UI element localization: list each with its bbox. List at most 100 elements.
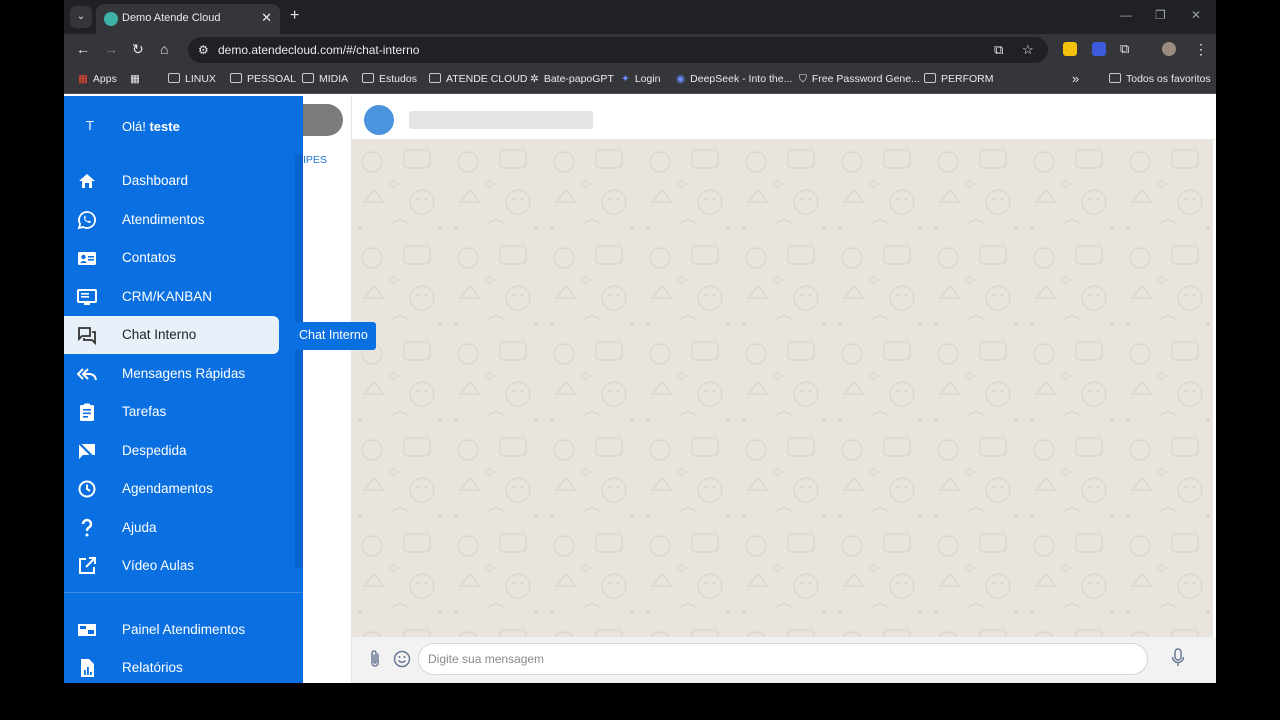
- bookmark-folder-perform[interactable]: PERFORM: [924, 73, 994, 85]
- browser-menu-icon[interactable]: ⋮: [1194, 41, 1208, 58]
- sidebar-item-painel-atendimentos[interactable]: Painel Atendimentos: [64, 611, 303, 649]
- chat-wallpaper-pattern: [352, 140, 1213, 637]
- bookmark-label: PERFORM: [941, 73, 994, 85]
- sidebar-item-tarefas[interactable]: Tarefas: [64, 393, 303, 431]
- bookmark-label: Todos os favoritos: [1126, 73, 1211, 85]
- attach-icon[interactable]: [368, 649, 382, 669]
- sidebar-item-atendimentos[interactable]: Atendimentos: [64, 201, 303, 239]
- more-bookmarks-icon[interactable]: »: [1072, 71, 1079, 86]
- sidebar-item-dashboard[interactable]: Dashboard: [64, 162, 303, 200]
- sidebar-divider: [64, 592, 303, 593]
- comment-off-icon: [78, 442, 96, 460]
- install-app-icon[interactable]: ⧉: [994, 42, 1003, 58]
- sidebar-item-relatorios[interactable]: Relatórios: [64, 649, 303, 683]
- tab-close-icon[interactable]: ✕: [261, 10, 272, 26]
- sidebar-item-label: Contatos: [122, 250, 177, 265]
- reply-all-icon: [77, 368, 97, 381]
- sidebar-item-ajuda[interactable]: Ajuda: [64, 509, 303, 547]
- folder-icon: [362, 73, 374, 83]
- bookmark-folder-linux[interactable]: LINUX: [168, 73, 216, 85]
- sidebar-item-label: Relatórios: [122, 660, 183, 675]
- folder-icon: [230, 73, 242, 83]
- sidebar-item-label: Atendimentos: [122, 212, 205, 227]
- favicon-icon: [104, 12, 118, 26]
- folder-icon: [168, 73, 180, 83]
- bookmark-bate-papo[interactable]: ✲ Bate-papoGPT: [530, 73, 614, 85]
- tab-groups-icon[interactable]: ▦: [130, 73, 140, 85]
- tab-grupos[interactable]: IPES: [303, 154, 327, 166]
- extension-yellow-icon[interactable]: [1063, 42, 1077, 56]
- browser-tab[interactable]: Demo Atende Cloud ✕: [96, 4, 280, 34]
- sidebar-item-label: Dashboard: [122, 173, 189, 188]
- sidebar-item-label: Vídeo Aulas: [122, 558, 195, 573]
- bookmark-folder-pessoal[interactable]: PESSOAL: [230, 73, 296, 85]
- bookmark-star-icon[interactable]: ☆: [1022, 42, 1034, 58]
- close-window-button[interactable]: ✕: [1191, 8, 1201, 22]
- deepseek-icon: ◉: [676, 73, 686, 85]
- address-bar[interactable]: ⚙ demo.atendecloud.com/#/chat-interno ⧉ …: [188, 37, 1048, 63]
- sidebar-item-crm-kanban[interactable]: CRM/KANBAN: [64, 278, 303, 316]
- bookmark-label: LINUX: [185, 73, 216, 85]
- chat-avatar[interactable]: [364, 105, 394, 135]
- bookmark-label: PESSOAL: [247, 73, 297, 85]
- sidebar-item-label: Agendamentos: [122, 481, 213, 496]
- bookmark-label: ATENDE CLOUD: [446, 73, 528, 85]
- extensions-puzzle-icon[interactable]: ⧉: [1120, 41, 1129, 57]
- open-in-new-icon: [79, 557, 96, 574]
- reload-icon[interactable]: ↻: [132, 41, 144, 58]
- microphone-icon[interactable]: [1171, 648, 1185, 668]
- chat-list-panel: IPES: [303, 96, 352, 683]
- tab-search-button[interactable]: ⌄: [70, 6, 92, 28]
- restore-button[interactable]: ❐: [1155, 8, 1166, 22]
- home-button-icon[interactable]: ⌂: [160, 41, 168, 57]
- sidebar-item-agendamentos[interactable]: Agendamentos: [64, 470, 303, 508]
- bookmark-apps[interactable]: ▦ Apps: [78, 73, 117, 85]
- sidebar-item-despedida[interactable]: Despedida: [64, 432, 303, 470]
- bookmark-password[interactable]: ⛉ Free Password Gene...: [799, 73, 920, 86]
- sidebar: T Olá! teste Dashboard Atendimentos Cont…: [64, 96, 303, 683]
- bookmark-folder-atende-cloud[interactable]: ATENDE CLOUD: [429, 73, 527, 85]
- folder-icon: [429, 73, 441, 83]
- forward-icon[interactable]: →: [104, 41, 118, 57]
- bookmark-label: Apps: [92, 73, 117, 85]
- minimize-button[interactable]: —: [1120, 8, 1132, 22]
- sidebar-tooltip: Chat Interno: [294, 322, 376, 350]
- new-tab-button[interactable]: +: [290, 7, 299, 25]
- profile-avatar[interactable]: [1162, 42, 1176, 56]
- user-avatar[interactable]: T: [86, 118, 94, 133]
- bookmark-login[interactable]: ✦ Login: [621, 73, 661, 85]
- login-favicon-icon: ✦: [621, 73, 630, 85]
- chat-messages-area: [352, 140, 1213, 637]
- bookmark-folder-midia[interactable]: MIDIA: [302, 73, 348, 85]
- dashboard-panel-icon: [78, 624, 96, 636]
- back-icon[interactable]: ←: [76, 41, 90, 57]
- sidebar-item-label: Chat Interno: [122, 327, 197, 342]
- message-input[interactable]: [418, 643, 1148, 675]
- navigation-bar: ← → ↻ ⌂ ⚙ demo.atendecloud.com/#/chat-in…: [64, 34, 1216, 66]
- url-text: demo.atendecloud.com/#/chat-interno: [218, 43, 420, 57]
- app-content: IPES Digite sua mensagem T Olá! teste Da…: [64, 96, 1216, 683]
- extension-shield-icon[interactable]: [1092, 42, 1106, 56]
- bookmark-folder-estudos[interactable]: Estudos: [362, 73, 417, 85]
- sidebar-item-label: Mensagens Rápidas: [122, 366, 246, 381]
- help-icon: [81, 518, 93, 537]
- tab-title: Demo Atende Cloud: [122, 12, 221, 24]
- sidebar-item-chat-interno[interactable]: Chat Interno: [64, 316, 279, 354]
- bookmark-label: Login: [634, 73, 661, 85]
- bookmark-deepseek[interactable]: ◉ DeepSeek - Into the...: [676, 73, 792, 85]
- contact-card-icon: [78, 252, 96, 265]
- sidebar-item-label: Tarefas: [122, 404, 167, 419]
- list-toggle-pill[interactable]: [303, 104, 343, 136]
- sidebar-item-video-aulas[interactable]: Vídeo Aulas: [64, 547, 303, 585]
- bookmark-label: Estudos: [379, 73, 417, 85]
- sidebar-item-label: CRM/KANBAN: [122, 289, 213, 304]
- bookmark-label: Bate-papoGPT: [543, 73, 614, 85]
- password-shield-icon: ⛉: [799, 73, 807, 85]
- bookmark-label: Free Password Gene...: [811, 73, 920, 85]
- sidebar-item-mensagens-rapidas[interactable]: Mensagens Rápidas: [64, 355, 303, 393]
- all-bookmarks-folder[interactable]: Todos os favoritos: [1109, 73, 1211, 85]
- emoji-icon[interactable]: [393, 650, 411, 668]
- site-info-icon[interactable]: ⚙: [198, 43, 209, 57]
- chat-header: [352, 96, 1216, 140]
- sidebar-item-contatos[interactable]: Contatos: [64, 239, 303, 277]
